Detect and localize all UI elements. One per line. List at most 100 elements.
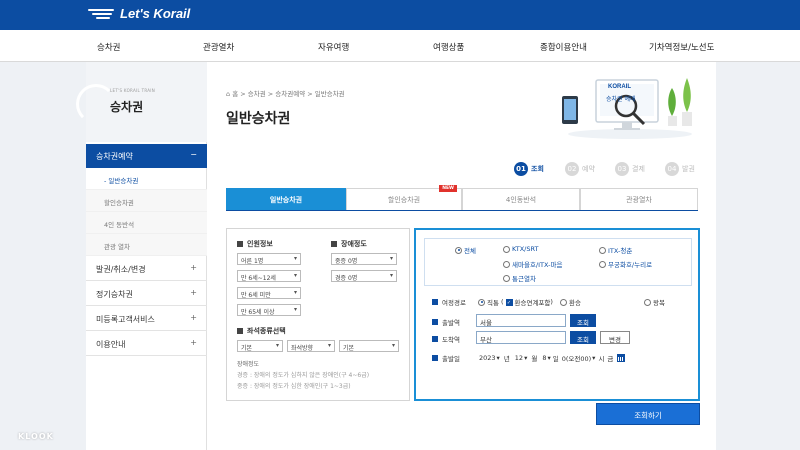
expand-icon: + — [190, 288, 197, 297]
korail-logo[interactable]: Let's Korail — [88, 6, 190, 21]
bullet-icon — [432, 319, 438, 325]
route-label: 여정경로 — [432, 297, 466, 307]
gnb-item-travel-products[interactable]: 여행상품 — [433, 41, 464, 53]
heading-text: 장애정도 — [341, 240, 367, 248]
radio-icon — [503, 245, 510, 253]
hero-brand: KORAIL — [608, 84, 631, 90]
gnb-item-station-info[interactable]: 기차역정보/노선도 — [649, 41, 714, 53]
step-label: 예약 — [582, 165, 595, 173]
side-nav-item-usage[interactable]: 이용안내 + — [86, 331, 207, 356]
step-reserve: 02 예약 — [565, 162, 595, 176]
radio-icon — [599, 246, 606, 254]
side-nav-subtitle: LET'S KORAIL TRAIN — [110, 88, 156, 93]
radio-transfer[interactable]: 환승 — [560, 297, 581, 307]
arrive-station-input[interactable]: 부산 — [476, 331, 566, 344]
step-search: 01 조회 — [514, 162, 544, 176]
side-nav-item-guest[interactable]: 미등록고객서비스 + — [86, 306, 207, 331]
new-badge: NEW — [439, 185, 457, 192]
tab-tour[interactable]: 관광열차 — [580, 188, 698, 210]
month-select[interactable]: 12 — [514, 354, 524, 362]
label-text: 출발역 — [442, 319, 460, 327]
radio-label: KTX/SRT — [512, 245, 539, 253]
date-selector: 2023 ▾ 년 12 ▾ 월 8 ▾ 일 0(오전00) ▾ 시 금 — [478, 353, 626, 363]
month-unit: 월 — [531, 355, 538, 363]
calendar-icon[interactable] — [617, 354, 626, 362]
depart-station-input[interactable]: 서울 — [476, 314, 566, 327]
train-type-box: 전체 KTX/SRT ITX-청춘 새마을호/ITX-마음 무궁화호/누리로 통… — [424, 238, 692, 286]
radio-icon — [644, 298, 651, 306]
tab-discount[interactable]: 할인승차권 NEW — [346, 185, 462, 210]
tab-label: 할인승차권 — [387, 196, 421, 204]
step-label: 발권 — [682, 165, 695, 173]
gnb-item-free-travel[interactable]: 자유여행 — [318, 41, 349, 53]
arrive-search-button[interactable]: 조회 — [570, 331, 596, 344]
logo-text: Let's Korail — [120, 6, 191, 21]
passengers-heading: 인원정보 — [237, 239, 273, 249]
expand-icon: + — [190, 338, 197, 347]
radio-itx-cheongchun[interactable]: ITX-청춘 — [599, 245, 632, 255]
swap-stations-button[interactable]: 변경 — [600, 331, 630, 344]
seat-direction-select[interactable]: 좌석방향 — [287, 340, 335, 352]
disability-note-mild: 경증 : 장애의 정도가 심하지 않은 장애인(구 4~6급) — [237, 372, 370, 379]
side-nav-sub-group[interactable]: 4인 동반석 — [86, 212, 207, 234]
side-nav-item-label: 정기승차권 — [96, 290, 133, 299]
hour-select[interactable]: 0(오전00) — [561, 353, 592, 363]
search-button[interactable]: 조회하기 — [596, 403, 700, 425]
mild-disability-select[interactable]: 경증 0명 — [331, 270, 397, 282]
hour-unit: 시 — [598, 355, 605, 363]
gnb-item-tour-trains[interactable]: 관광열차 — [203, 41, 234, 53]
side-nav-sub-tour[interactable]: 관광 열차 — [86, 234, 207, 256]
radio-saemaeul[interactable]: 새마을호/ITX-마음 — [503, 259, 562, 269]
step-number: 01 — [514, 162, 528, 176]
radio-checked-icon — [478, 298, 485, 306]
radio-commuter[interactable]: 통근열차 — [503, 273, 536, 283]
radio-roundtrip[interactable]: 왕복 — [644, 297, 665, 307]
hero-illustration: KORAIL 승차권 예매 — [560, 72, 700, 140]
tab-general[interactable]: 일반승차권 — [226, 188, 346, 210]
disability-note-severe: 중증 : 장애의 정도가 심한 장애인(구 1~3급) — [237, 383, 351, 390]
tab-group[interactable]: 4인동반석 — [462, 188, 580, 210]
step-label: 조회 — [531, 165, 544, 173]
gnb-item-tickets[interactable]: 승차권 — [97, 41, 120, 53]
radio-label: 통근열차 — [512, 275, 536, 283]
step-number: 04 — [665, 162, 679, 176]
checkbox-checked-icon[interactable]: ✓ — [505, 298, 513, 306]
radio-icon — [560, 298, 567, 306]
side-nav-item-season[interactable]: 정기승차권 + — [86, 281, 207, 306]
gnb-item-guide[interactable]: 종합이용안내 — [540, 41, 587, 53]
side-nav-item-issue[interactable]: 발권/취소/변경 + — [86, 256, 207, 281]
bullet-icon — [331, 241, 337, 247]
child-select[interactable]: 만 6세~12세 — [237, 270, 301, 282]
hero-caption: 승차권 예매 — [606, 96, 636, 103]
side-nav-item-reservation[interactable]: 승차권예약 − — [86, 144, 207, 168]
severe-disability-select[interactable]: 중증 0명 — [331, 253, 397, 265]
year-select[interactable]: 2023 — [478, 354, 497, 362]
ticket-tabs: 일반승차권 할인승차권 NEW 4인동반석 관광열차 — [226, 185, 698, 211]
radio-icon — [599, 260, 606, 268]
radio-all[interactable]: 전체 — [455, 245, 476, 255]
radio-icon — [503, 274, 510, 282]
disability-heading: 장애정도 — [331, 239, 367, 249]
bullet-icon — [237, 241, 243, 247]
depart-search-button[interactable]: 조회 — [570, 314, 596, 327]
radio-label: 무궁화호/누리로 — [608, 261, 653, 269]
adult-select[interactable]: 어른 1명 — [237, 253, 301, 265]
radio-label: 환승 — [569, 299, 581, 307]
seat-select-1[interactable]: 기본 — [237, 340, 283, 352]
radio-direct[interactable]: 직통 (✓ 환승연계포함) — [478, 297, 553, 307]
radio-ktx-srt[interactable]: KTX/SRT — [503, 245, 539, 253]
radio-checked-icon — [455, 246, 462, 254]
radio-mugunghwa[interactable]: 무궁화호/누리로 — [599, 259, 652, 269]
senior-select[interactable]: 만 65세 이상 — [237, 304, 301, 316]
infant-select[interactable]: 만 6세 미만 — [237, 287, 301, 299]
side-nav-sub-discount[interactable]: 할인승차권 — [86, 190, 207, 212]
side-nav-sub-general[interactable]: - 일반승차권 — [86, 168, 207, 190]
breadcrumb: ⌂ 홈 > 승차권 > 승차권예약 > 일반승차권 — [226, 90, 345, 98]
left-background — [0, 62, 86, 450]
side-nav-item-label: 이용안내 — [96, 340, 126, 349]
collapse-icon: − — [190, 150, 197, 159]
bullet-icon — [237, 328, 243, 334]
year-unit: 년 — [503, 355, 510, 363]
radio-label: 직통 — [487, 299, 499, 307]
seat-select-3[interactable]: 기본 — [339, 340, 399, 352]
